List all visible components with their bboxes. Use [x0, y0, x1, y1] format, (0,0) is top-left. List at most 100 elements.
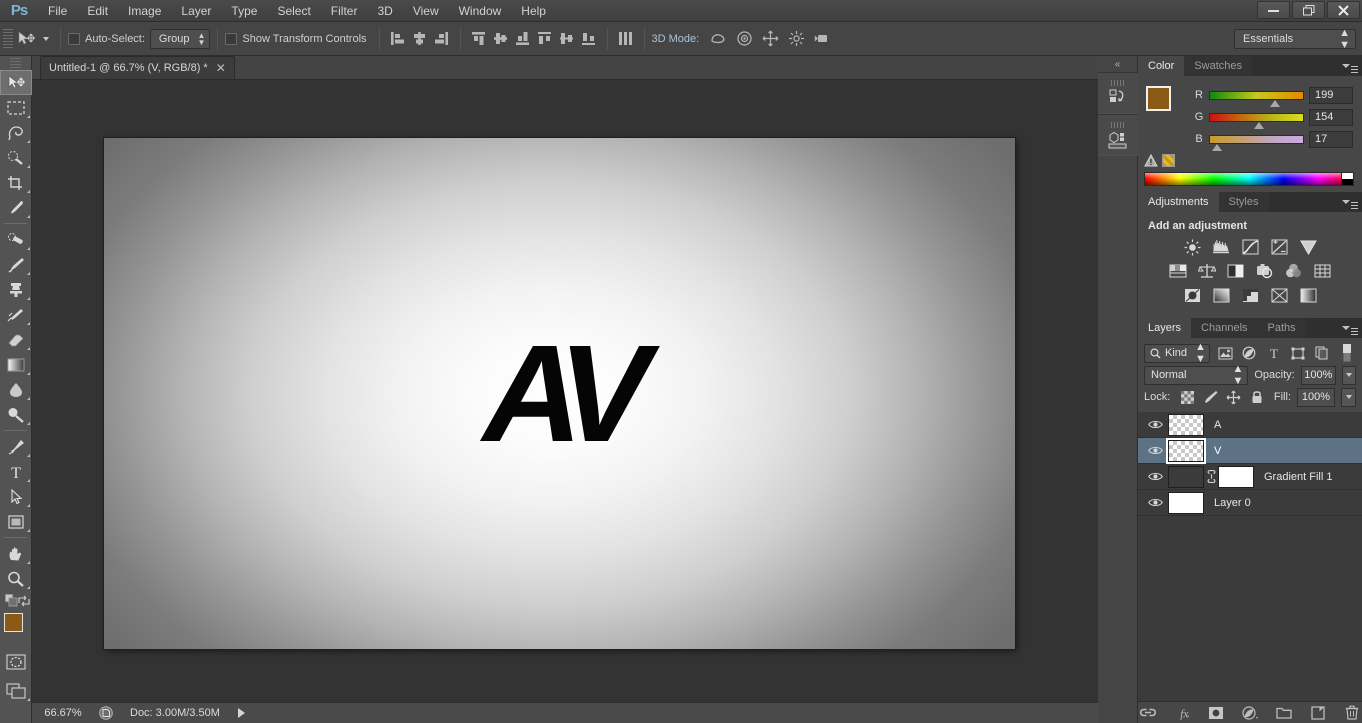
panel-menu-icon[interactable] — [1342, 322, 1358, 334]
brush-tool[interactable] — [0, 252, 32, 277]
align-vertical-centers-icon[interactable] — [490, 28, 512, 50]
layer-thumbnail[interactable] — [1168, 440, 1204, 462]
photo-filter-icon[interactable] — [1255, 262, 1275, 280]
align-horizontal-centers-icon[interactable] — [409, 28, 431, 50]
tool-preset-dropdown[interactable] — [39, 37, 53, 41]
horizontal-type-tool[interactable]: T — [0, 459, 32, 484]
new-layer-icon[interactable] — [1310, 705, 1326, 721]
history-brush-tool[interactable] — [0, 302, 32, 327]
filter-pixel-icon[interactable] — [1216, 344, 1234, 363]
collapse-panels-icon[interactable]: « — [1098, 56, 1137, 72]
expand-arrow-icon[interactable] — [238, 708, 245, 718]
foreground-color-swatch[interactable] — [1146, 86, 1171, 111]
align-left-edges-icon[interactable] — [387, 28, 409, 50]
document-tab[interactable]: Untitled-1 @ 66.7% (V, RGB/8) * ✕ — [40, 56, 235, 79]
tab-color[interactable]: Color — [1138, 56, 1184, 76]
layer-style-fx-icon[interactable]: fx — [1174, 705, 1190, 721]
menu-image[interactable]: Image — [118, 0, 171, 22]
vibrance-icon[interactable] — [1298, 238, 1318, 256]
distribute-top-edges-icon[interactable] — [534, 28, 556, 50]
filter-toggle-icon[interactable] — [1338, 344, 1356, 363]
menu-type[interactable]: Type — [221, 0, 267, 22]
menu-filter[interactable]: Filter — [321, 0, 368, 22]
gradient-map-icon[interactable] — [1298, 286, 1318, 304]
zoom-tool[interactable] — [0, 566, 32, 591]
gamut-color-chip[interactable] — [1162, 154, 1175, 167]
tab-adjustments[interactable]: Adjustments — [1138, 192, 1219, 212]
tab-styles[interactable]: Styles — [1219, 192, 1269, 212]
pen-tool[interactable] — [0, 434, 32, 459]
close-icon[interactable]: ✕ — [216, 62, 226, 74]
crop-tool[interactable] — [0, 170, 32, 195]
quick-mask-mode-button[interactable] — [0, 649, 32, 674]
green-slider-thumb[interactable] — [1254, 122, 1264, 129]
swap-colors-icon[interactable] — [18, 595, 30, 607]
mini-bridge-panel-icon[interactable] — [1098, 114, 1138, 156]
eyedropper-tool[interactable] — [0, 195, 32, 220]
mask-link-icon[interactable] — [1204, 470, 1218, 483]
invert-icon[interactable] — [1182, 286, 1202, 304]
menu-file[interactable]: File — [38, 0, 77, 22]
lock-transparent-pixels-icon[interactable] — [1179, 388, 1196, 406]
auto-select-group-dropdown[interactable]: Group ▲▼ — [150, 29, 211, 49]
layer-visibility-eye-icon[interactable] — [1142, 497, 1168, 508]
options-bar-grip[interactable] — [3, 29, 13, 49]
eraser-tool[interactable] — [0, 327, 32, 352]
green-value[interactable]: 154 — [1309, 109, 1353, 126]
menu-window[interactable]: Window — [449, 0, 512, 22]
hue-saturation-icon[interactable] — [1168, 262, 1188, 280]
foreground-color-swatch[interactable] — [4, 613, 23, 632]
layer-visibility-eye-icon[interactable] — [1142, 471, 1168, 482]
layer-visibility-eye-icon[interactable] — [1142, 419, 1168, 430]
black-white-icon[interactable] — [1226, 262, 1246, 280]
dodge-tool[interactable] — [0, 402, 32, 427]
zoom-level[interactable]: 66.67% — [32, 707, 94, 719]
channel-mixer-icon[interactable] — [1284, 262, 1304, 280]
panel-menu-icon[interactable] — [1342, 60, 1358, 72]
default-colors-icon[interactable] — [5, 594, 18, 607]
menu-edit[interactable]: Edit — [77, 0, 118, 22]
menu-select[interactable]: Select — [267, 0, 320, 22]
blend-mode-dropdown[interactable]: Normal ▲▼ — [1144, 366, 1248, 385]
layer-thumbnail[interactable] — [1168, 492, 1204, 514]
align-right-edges-icon[interactable] — [431, 28, 453, 50]
canvas-area[interactable]: AV — [32, 80, 1098, 702]
blue-slider-thumb[interactable] — [1212, 144, 1222, 151]
clone-stamp-tool[interactable] — [0, 277, 32, 302]
quick-selection-tool[interactable] — [0, 145, 32, 170]
path-selection-tool[interactable] — [0, 484, 32, 509]
curves-icon[interactable] — [1240, 238, 1260, 256]
new-group-icon[interactable] — [1276, 705, 1292, 721]
fill-value[interactable]: 100% — [1297, 388, 1335, 407]
align-top-edges-icon[interactable] — [468, 28, 490, 50]
link-layers-icon[interactable] — [1140, 705, 1156, 721]
add-layer-mask-icon[interactable] — [1208, 705, 1224, 721]
rectangle-shape-tool[interactable] — [0, 509, 32, 534]
layer-thumbnail[interactable] — [1168, 414, 1204, 436]
selective-color-icon[interactable] — [1269, 286, 1289, 304]
show-transform-controls-checkbox[interactable] — [225, 33, 237, 45]
blue-value[interactable]: 17 — [1309, 131, 1353, 148]
new-adjustment-layer-icon[interactable] — [1242, 705, 1258, 721]
layer-visibility-eye-icon[interactable] — [1142, 445, 1168, 456]
slide-3d-icon[interactable] — [785, 28, 807, 50]
tab-layers[interactable]: Layers — [1138, 318, 1191, 338]
green-slider[interactable] — [1209, 113, 1304, 122]
gamut-warning-icon[interactable] — [1144, 154, 1175, 167]
document-canvas[interactable]: AV — [104, 138, 1015, 649]
move-tool-icon[interactable] — [13, 27, 39, 51]
opacity-stepper[interactable] — [1342, 366, 1356, 385]
layer-thumbnail[interactable] — [1168, 466, 1204, 488]
threshold-icon[interactable] — [1240, 286, 1260, 304]
brightness-contrast-icon[interactable] — [1182, 238, 1202, 256]
tab-channels[interactable]: Channels — [1191, 318, 1257, 338]
minimize-button[interactable] — [1257, 1, 1290, 19]
layer-list[interactable]: AVGradient Fill 1Layer 0 — [1138, 412, 1362, 599]
layer-row-v[interactable]: V — [1138, 438, 1362, 464]
menu-view[interactable]: View — [403, 0, 449, 22]
hand-tool[interactable] — [0, 541, 32, 566]
blur-tool[interactable] — [0, 377, 32, 402]
camera-3d-icon[interactable] — [811, 28, 833, 50]
tab-paths[interactable]: Paths — [1258, 318, 1306, 338]
fill-stepper[interactable] — [1341, 388, 1356, 407]
